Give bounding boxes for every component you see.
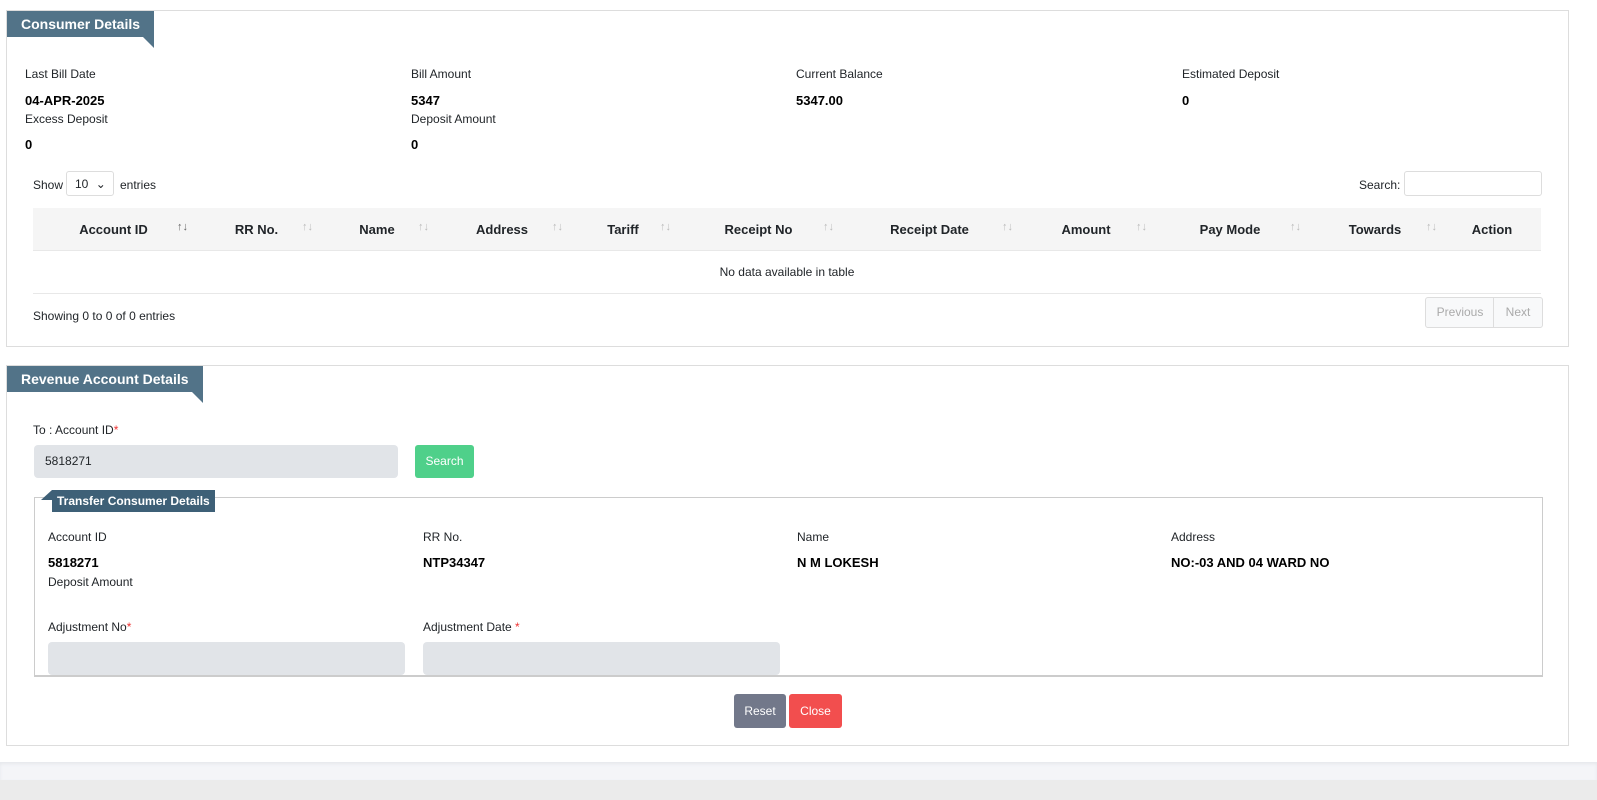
- column-header-address[interactable]: Address ↑↓: [435, 208, 569, 251]
- transfer-rr-no: NTP34347: [423, 555, 486, 570]
- column-header-tariff[interactable]: Tariff ↑↓: [569, 208, 677, 251]
- column-header-receipt-date[interactable]: Receipt Date ↑↓: [840, 208, 1019, 251]
- adjustment-date-label: Adjustment Date *: [423, 620, 520, 634]
- panel-title: Consumer Details: [7, 11, 155, 48]
- sort-icon: ↑↓: [418, 221, 429, 233]
- field-label: Excess Deposit: [25, 112, 108, 126]
- empty-table-message: No data available in table: [33, 250, 1541, 294]
- transfer-title: Transfer Consumer Details: [52, 490, 215, 512]
- adjustment-no-input[interactable]: [48, 642, 405, 675]
- column-header-receipt-no[interactable]: Receipt No ↑↓: [677, 208, 840, 251]
- field-label: Current Balance: [796, 67, 883, 81]
- excess-deposit: 0: [25, 137, 33, 152]
- estimated-deposit: 0: [1182, 93, 1190, 108]
- to-account-id-input[interactable]: 5818271: [34, 445, 398, 478]
- table-info: Showing 0 to 0 of 0 entries: [33, 309, 176, 323]
- last-bill-date: 04-APR-2025: [25, 93, 105, 108]
- field-label: Last Bill Date: [25, 67, 96, 81]
- field-label: RR No.: [423, 530, 463, 544]
- sort-icon: ↑↓: [1426, 221, 1437, 233]
- bill-amount: 5347: [411, 93, 440, 108]
- table-search-input[interactable]: [1404, 171, 1542, 196]
- field-label: Account ID: [48, 530, 107, 544]
- sort-icon: ↑↓: [302, 221, 313, 233]
- transfer-name: N M LOKESH: [797, 555, 879, 570]
- transfer-consumer-details-box: Transfer Consumer Details Account ID 581…: [34, 490, 1543, 677]
- sort-icon: ↑↓: [1136, 221, 1147, 233]
- close-button[interactable]: Close: [789, 694, 842, 728]
- sort-icon: ↑↓: [823, 221, 834, 233]
- entries-value: 10: [75, 177, 89, 191]
- sort-icon: ↑↓: [1290, 221, 1301, 233]
- column-header-towards[interactable]: Towards ↑↓: [1307, 208, 1443, 251]
- footer-bar: [0, 762, 1597, 780]
- show-label: Show: [33, 178, 64, 192]
- entries-label: entries: [120, 178, 157, 192]
- sort-icon: ↑↓: [552, 221, 563, 233]
- chevron-down-icon: ⌄: [95, 177, 106, 191]
- reset-button[interactable]: Reset: [734, 694, 786, 728]
- column-header-account-id[interactable]: Account ID ↑↓: [33, 208, 194, 251]
- sort-icon: ↑↓: [177, 221, 188, 233]
- column-header-action: Action: [1443, 208, 1541, 251]
- sort-icon: ↑↓: [660, 221, 671, 233]
- field-label: Deposit Amount: [411, 112, 496, 126]
- adjustment-date-input[interactable]: [423, 642, 780, 675]
- deposit-amount-label: Deposit Amount: [48, 575, 133, 589]
- field-label: Estimated Deposit: [1182, 67, 1280, 81]
- field-label: Address: [1171, 530, 1216, 544]
- deposit-amount: 0: [411, 137, 419, 152]
- search-label: Search:: [1359, 178, 1401, 192]
- to-account-id-label: To : Account ID*: [33, 423, 119, 437]
- adjustment-no-label: Adjustment No*: [48, 620, 132, 634]
- consumer-details-panel: Consumer Details Last Bill Date 04-APR-2…: [6, 10, 1569, 347]
- page-bottom: [0, 780, 1597, 800]
- current-balance: 5347.00: [796, 93, 843, 108]
- column-header-name[interactable]: Name ↑↓: [319, 208, 435, 251]
- previous-page-button[interactable]: Previous: [1425, 297, 1495, 328]
- transfer-account-id: 5818271: [48, 555, 99, 570]
- column-header-amount[interactable]: Amount ↑↓: [1019, 208, 1153, 251]
- column-header-rr-no[interactable]: RR No. ↑↓: [194, 208, 319, 251]
- field-label: Name: [797, 530, 830, 544]
- field-label: Bill Amount: [411, 67, 472, 81]
- revenue-account-panel: Revenue Account Details To : Account ID*…: [6, 365, 1569, 746]
- ribbon-fold: [41, 490, 52, 500]
- receipts-table: Account ID ↑↓ RR No. ↑↓ Name ↑↓ Address ↑↓ T…: [33, 208, 1541, 294]
- panel-title: Revenue Account Details: [7, 366, 203, 403]
- column-header-pay-mode[interactable]: Pay Mode ↑↓: [1153, 208, 1307, 251]
- sort-icon: ↑↓: [1002, 221, 1013, 233]
- next-page-button[interactable]: Next: [1493, 297, 1543, 328]
- transfer-address: NO:-03 AND 04 WARD NO: [1171, 555, 1330, 570]
- entries-select[interactable]: 10 ⌄: [66, 171, 114, 196]
- search-button[interactable]: Search: [415, 445, 474, 478]
